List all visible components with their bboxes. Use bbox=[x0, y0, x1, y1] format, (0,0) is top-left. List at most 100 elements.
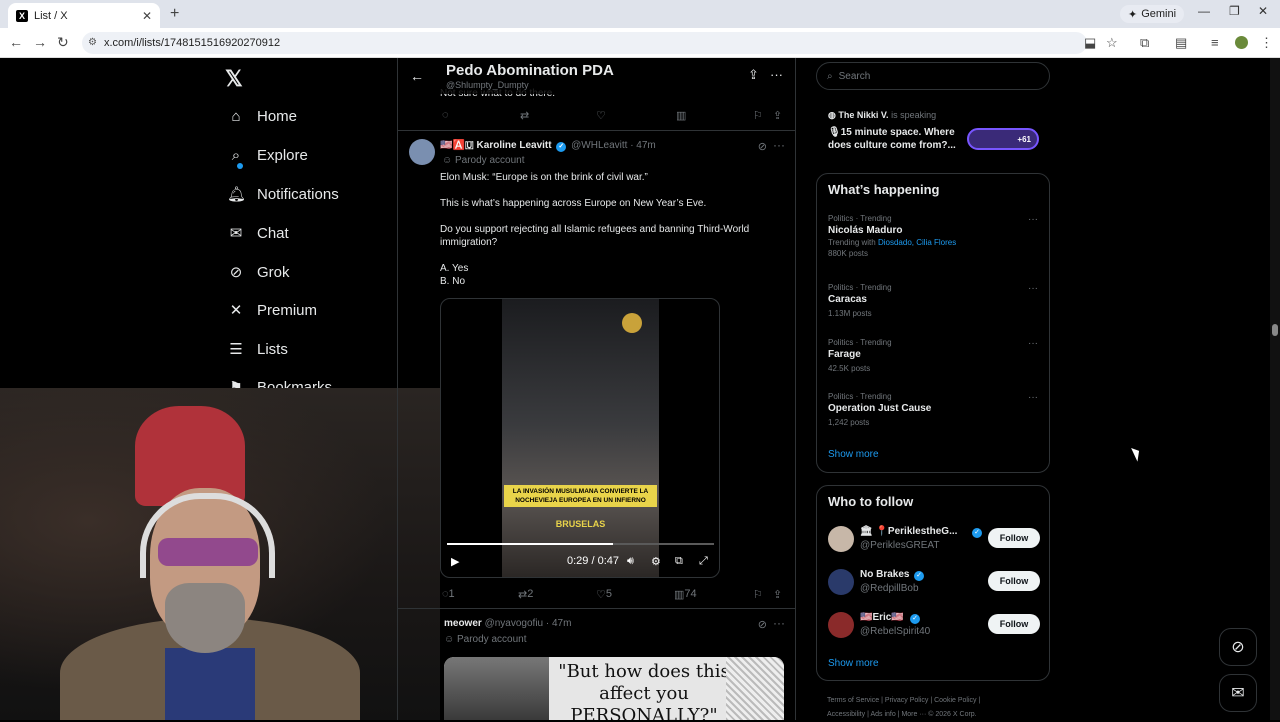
mail-icon: ✉ bbox=[229, 225, 243, 242]
show-more-link[interactable]: Show more bbox=[828, 658, 879, 669]
nav-premium[interactable]: ✕ Premium bbox=[227, 297, 317, 323]
messages-fab-icon[interactable]: ✉ bbox=[1219, 674, 1257, 712]
nav-notifications[interactable]: 🔔︎ Notifications bbox=[227, 181, 339, 207]
bookmark-icon[interactable]: ⚐ bbox=[753, 109, 763, 122]
avatar[interactable] bbox=[828, 612, 854, 638]
views-button[interactable]: ▥ 74 bbox=[674, 588, 697, 601]
grok-icon[interactable]: ⊘ bbox=[758, 618, 767, 631]
trend-item[interactable]: Politics · Trending Operation Just Cause… bbox=[828, 392, 1038, 427]
x-favicon-icon: X bbox=[16, 9, 28, 22]
follow-suggestion[interactable]: 🏛 📍PeriklestheG... ✓ @PeriklesGREAT Follo… bbox=[828, 526, 1040, 556]
restore-icon[interactable]: ❐ bbox=[1229, 4, 1240, 18]
like-button[interactable]: ♡ 5 bbox=[596, 588, 612, 601]
install-icon[interactable]: ⬓ bbox=[1084, 35, 1096, 51]
more-icon[interactable]: ··· bbox=[773, 616, 785, 630]
list-owner[interactable]: @Shlumpty_Dumpty bbox=[446, 80, 529, 90]
video-frame[interactable]: LA INVASIÓN MUSULMANA CONVIERTE LA NOCHE… bbox=[502, 299, 659, 577]
live-space-card[interactable]: ◍ The Nikki V. is speaking 🎙︎15 minute s… bbox=[816, 98, 1050, 158]
settings-icon[interactable]: ⚙ bbox=[651, 555, 661, 568]
scrollbar-thumb[interactable] bbox=[1272, 324, 1278, 336]
nav-chat[interactable]: ✉ Chat bbox=[227, 220, 289, 246]
trend-item[interactable]: Politics · Trending Farage 42.5K posts ·… bbox=[828, 338, 1038, 373]
like-icon[interactable]: ♡ bbox=[596, 109, 606, 122]
share-icon[interactable]: ⇪ bbox=[773, 109, 782, 122]
avatar[interactable] bbox=[828, 526, 854, 552]
video-player[interactable]: LA INVASIÓN MUSULMANA CONVIERTE LA NOCHE… bbox=[440, 298, 720, 578]
back-arrow-icon[interactable]: ← bbox=[410, 68, 424, 84]
more-icon[interactable]: ··· bbox=[1028, 283, 1038, 294]
browser-tab[interactable]: X List / X ✕ bbox=[8, 3, 160, 28]
footer-links[interactable]: Terms of Service | Privacy Policy | Cook… bbox=[827, 694, 1047, 722]
more-icon[interactable]: ··· bbox=[1028, 214, 1038, 225]
sidepanel-icon[interactable]: ▤ bbox=[1175, 35, 1187, 51]
tweet[interactable]: 🇺🇸🅰️🇺 Karoline Leavitt ✓ @WHLeavitt · 47… bbox=[398, 130, 795, 608]
fullscreen-icon[interactable]: ⤢ bbox=[699, 555, 708, 568]
media-icon[interactable]: ≡ bbox=[1211, 35, 1219, 50]
page-scrollbar[interactable] bbox=[1270, 58, 1280, 720]
grok-icon[interactable]: ⊘ bbox=[758, 140, 767, 153]
bookmark-star-icon[interactable]: ☆ bbox=[1106, 35, 1118, 51]
new-tab-button[interactable]: + bbox=[170, 5, 179, 23]
meme-text: "But how does this affect you PERSONALLY… bbox=[558, 661, 730, 720]
show-more-link[interactable]: Show more bbox=[828, 449, 879, 460]
parody-label: ☺ Parody account bbox=[444, 634, 527, 645]
gemini-button[interactable]: ✦ Gemini bbox=[1120, 5, 1185, 23]
more-icon[interactable]: ··· bbox=[773, 138, 785, 152]
search-input[interactable]: ⌕ Search bbox=[816, 62, 1050, 90]
follow-button[interactable]: Follow bbox=[988, 614, 1040, 634]
avatar[interactable] bbox=[828, 569, 854, 595]
video-caption: BRUSELAS bbox=[555, 519, 606, 529]
site-info-icon[interactable]: ⚙ bbox=[88, 37, 97, 48]
video-time: 0:29 / 0:47 bbox=[567, 555, 619, 567]
pip-icon[interactable]: ⧉ bbox=[675, 555, 683, 568]
address-bar[interactable]: ⚙ x.com/i/lists/1748151516920270912 bbox=[82, 32, 1087, 54]
repost-button[interactable]: ⇄ 2 bbox=[518, 588, 533, 601]
follow-button[interactable]: Follow bbox=[988, 528, 1040, 548]
repost-icon[interactable]: ⇄ bbox=[520, 109, 529, 122]
nav-grok[interactable]: ⊘ Grok bbox=[227, 259, 290, 285]
list-icon: ☰ bbox=[229, 341, 243, 358]
share-icon[interactable]: ⇪ bbox=[773, 588, 782, 601]
menu-icon[interactable]: ⋮ bbox=[1260, 35, 1273, 51]
grok-fab-icon[interactable]: ⊘ bbox=[1219, 628, 1257, 666]
nav-lists[interactable]: ☰ Lists bbox=[227, 336, 288, 362]
video-banner: LA INVASIÓN MUSULMANA CONVIERTE LA NOCHE… bbox=[504, 485, 657, 507]
tweet-author[interactable]: meower @nyavogofiu · 47m bbox=[444, 618, 571, 629]
volume-icon[interactable]: 🔊︎ bbox=[627, 555, 634, 568]
tweet-author[interactable]: 🇺🇸🅰️🇺 Karoline Leavitt ✓ @WHLeavitt · 47… bbox=[440, 140, 656, 152]
search-icon: ⌕ bbox=[231, 146, 241, 164]
video-progress[interactable] bbox=[447, 543, 714, 545]
reply-icon[interactable]: ◌ bbox=[442, 109, 449, 121]
follow-suggestion[interactable]: 🇺🇸Eric🇺🇸 ✓ @RebelSpirit40 Follow bbox=[828, 612, 1040, 642]
verified-badge-icon: ✓ bbox=[972, 528, 982, 538]
minimize-icon[interactable]: — bbox=[1198, 4, 1210, 18]
nav-explore[interactable]: ⌕ Explore bbox=[227, 142, 308, 168]
avatar[interactable] bbox=[409, 139, 435, 165]
x-logo-icon[interactable]: 𝕏 bbox=[225, 66, 243, 92]
nav-home[interactable]: ⌂ Home bbox=[227, 103, 297, 129]
reply-button[interactable]: ◌ 1 bbox=[442, 588, 455, 600]
forward-icon[interactable]: → bbox=[33, 34, 47, 50]
trend-item[interactable]: Politics · Trending Nicolás Maduro Trend… bbox=[828, 214, 1038, 258]
follow-suggestion[interactable]: No Brakes ✓ @RedpillBob Follow bbox=[828, 569, 1040, 599]
timeline-column: ← Pedo Abomination PDA @Shlumpty_Dumpty … bbox=[397, 58, 796, 720]
views-icon[interactable]: ▥ bbox=[676, 109, 686, 122]
share-icon[interactable]: ⇪ bbox=[748, 67, 759, 83]
profile-avatar[interactable] bbox=[1235, 36, 1248, 49]
more-icon[interactable]: ··· bbox=[770, 67, 783, 82]
follow-button[interactable]: Follow bbox=[988, 571, 1040, 591]
tweet-image[interactable]: "But how does this affect you PERSONALLY… bbox=[444, 657, 784, 720]
extensions-icon[interactable]: ⧉ bbox=[1140, 35, 1149, 51]
nav-bookmarks[interactable]: ⚑ Bookmarks bbox=[227, 374, 332, 389]
back-icon[interactable]: ← bbox=[9, 34, 23, 50]
bookmark-icon[interactable]: ⚐ bbox=[753, 588, 763, 601]
close-window-icon[interactable]: ✕ bbox=[1258, 4, 1268, 18]
play-icon[interactable]: ▶ bbox=[451, 555, 459, 568]
space-host: ◍ The Nikki V. is speaking bbox=[828, 110, 937, 120]
reload-icon[interactable]: ↻ bbox=[57, 34, 69, 51]
close-tab-icon[interactable]: ✕ bbox=[142, 9, 152, 23]
more-icon[interactable]: ··· bbox=[1028, 338, 1038, 349]
trend-item[interactable]: Politics · Trending Caracas 1.13M posts … bbox=[828, 283, 1038, 318]
more-icon[interactable]: ··· bbox=[1028, 392, 1038, 403]
grok-icon: ⊘ bbox=[229, 264, 243, 281]
